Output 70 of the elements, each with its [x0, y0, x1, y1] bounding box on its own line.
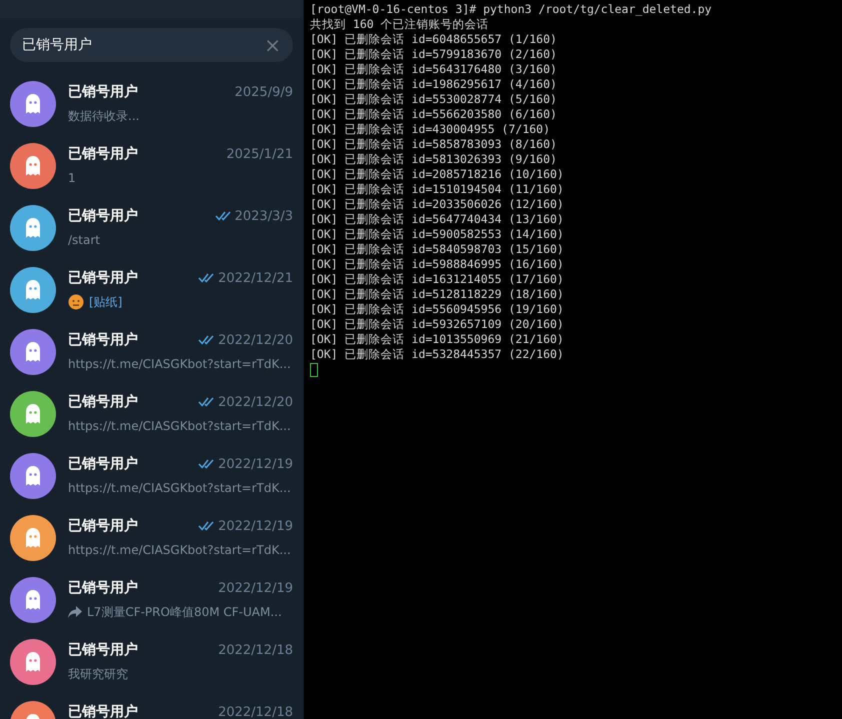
chat-item[interactable]: 已销号用户 2022/12/18 我研究研究: [0, 631, 303, 693]
message-preview: L7测量CF-PRO峰值80M CF-UAM...: [87, 604, 282, 620]
search-field[interactable]: 已销号用户 ×: [10, 28, 293, 62]
message-preview: https://t.me/CIASGKbot?start=rTdK...: [68, 481, 291, 495]
terminal-line: [OK] 已删除会话 id=5566203580 (6/160): [310, 107, 558, 122]
chat-date: 2023/3/3: [234, 208, 293, 224]
terminal-line: [root@VM-0-16-centos 3]# python3 /root/tg/clear_deleted.py: [310, 2, 713, 17]
chat-date: 2022/12/20: [218, 394, 293, 410]
chat-name: 已销号用户: [68, 393, 139, 411]
terminal-line: [OK] 已删除会话 id=1631214055 (17/160): [310, 272, 565, 287]
chat-item[interactable]: 已销号用户 2025/9/9 数据待收录...: [0, 73, 303, 135]
chat-item[interactable]: 已销号用户 2022/12/18: [0, 693, 303, 719]
terminal-line: [OK] 已删除会话 id=1510194504 (11/160): [310, 182, 565, 197]
chat-date: 2025/1/21: [226, 146, 293, 162]
chat-date: 2022/12/19: [218, 456, 293, 472]
terminal-line: [OK] 已删除会话 id=5647740434 (13/160): [310, 212, 565, 227]
chat-item[interactable]: 已销号用户 2023/3/3 /start: [0, 197, 303, 259]
terminal-line: [OK] 已删除会话 id=5328445357 (22/160): [310, 347, 565, 362]
terminal-line: [OK] 已删除会话 id=5900582553 (14/160): [310, 227, 565, 242]
chat-item[interactable]: 已销号用户 2022/12/19 L7测量CF-PRO峰值80M CF-UAM...: [0, 569, 303, 631]
chat-name: 已销号用户: [68, 331, 139, 349]
chat-name: 已销号用户: [68, 641, 139, 659]
terminal-line: [OK] 已删除会话 id=2033506026 (12/160): [310, 197, 565, 212]
message-preview: 数据待收录...: [68, 108, 140, 124]
chat-item[interactable]: 已销号用户 2022/12/20 https://t.me/CIASGKbot?start=rTdK...: [0, 321, 303, 383]
terminal-line: [OK] 已删除会话 id=5128118229 (18/160): [310, 287, 565, 302]
terminal-line: [OK] 已删除会话 id=1986295617 (4/160): [310, 77, 558, 92]
emoji-icon: [68, 294, 84, 310]
terminal-line: [OK] 已删除会话 id=5643176480 (3/160): [310, 62, 558, 77]
message-preview: 我研究研究: [68, 666, 128, 682]
terminal-line: [OK] 已删除会话 id=1013550969 (21/160): [310, 332, 565, 347]
chat-date: 2022/12/18: [218, 704, 293, 719]
terminal-line: [OK] 已删除会话 id=430004955 (7/160): [310, 122, 552, 137]
terminal-line: [OK] 已删除会话 id=5840598703 (15/160): [310, 242, 565, 257]
chat-item[interactable]: 已销号用户 2022/12/19 https://t.me/CIASGKbot?start=rTdK...: [0, 507, 303, 569]
chat-date: 2022/12/18: [218, 642, 293, 658]
terminal-line: [OK] 已删除会话 id=5530028774 (5/160): [310, 92, 558, 107]
chat-item[interactable]: 已销号用户 2022/12/20 https://t.me/CIASGKbot?start=rTdK...: [0, 383, 303, 445]
chat-date: 2022/12/19: [218, 518, 293, 534]
chat-item[interactable]: 已销号用户 2022/12/21 [贴纸]: [0, 259, 303, 321]
chat-name: 已销号用户: [68, 517, 139, 535]
terminal-line: [OK] 已删除会话 id=5799183670 (2/160): [310, 47, 558, 62]
chat-name: 已销号用户: [68, 579, 139, 597]
chat-item[interactable]: 已销号用户 2025/1/21 1: [0, 135, 303, 197]
chat-name: 已销号用户: [68, 703, 139, 719]
terminal-line: [OK] 已删除会话 id=5988846995 (16/160): [310, 257, 565, 272]
message-preview: https://t.me/CIASGKbot?start=rTdK...: [68, 543, 291, 557]
chat-item[interactable]: 已销号用户 2022/12/19 https://t.me/CIASGKbot?start=rTdK...: [0, 445, 303, 507]
terminal-line: [OK] 已删除会话 id=5932657109 (20/160): [310, 317, 565, 332]
sticker-label: [贴纸]: [89, 294, 122, 310]
terminal-line: [OK] 已删除会话 id=5560945956 (19/160): [310, 302, 565, 317]
terminal-line: [OK] 已删除会话 id=2085718216 (10/160): [310, 167, 565, 182]
terminal-line: [OK] 已删除会话 id=6048655657 (1/160): [310, 32, 558, 47]
message-preview: https://t.me/CIASGKbot?start=rTdK...: [68, 357, 291, 371]
chat-date: 2025/9/9: [234, 84, 293, 100]
chat-name: 已销号用户: [68, 455, 139, 473]
chat-name: 已销号用户: [68, 83, 139, 101]
chat-date: 2022/12/21: [218, 270, 293, 286]
terminal-line: [OK] 已删除会话 id=5858783093 (8/160): [310, 137, 558, 152]
terminal-line: [OK] 已删除会话 id=5813026393 (9/160): [310, 152, 558, 167]
chat-name: 已销号用户: [68, 145, 139, 163]
chat-date: 2022/12/20: [218, 332, 293, 348]
chat-name: 已销号用户: [68, 269, 139, 287]
chat-date: 2022/12/19: [218, 580, 293, 596]
message-preview: 1: [68, 171, 76, 185]
forward-arrow-icon: [68, 606, 82, 618]
message-preview: /start: [68, 233, 100, 247]
message-preview: https://t.me/CIASGKbot?start=rTdK...: [68, 419, 291, 433]
terminal-line: 共找到 160 个已注销账号的会话: [310, 17, 490, 32]
chat-name: 已销号用户: [68, 207, 139, 225]
